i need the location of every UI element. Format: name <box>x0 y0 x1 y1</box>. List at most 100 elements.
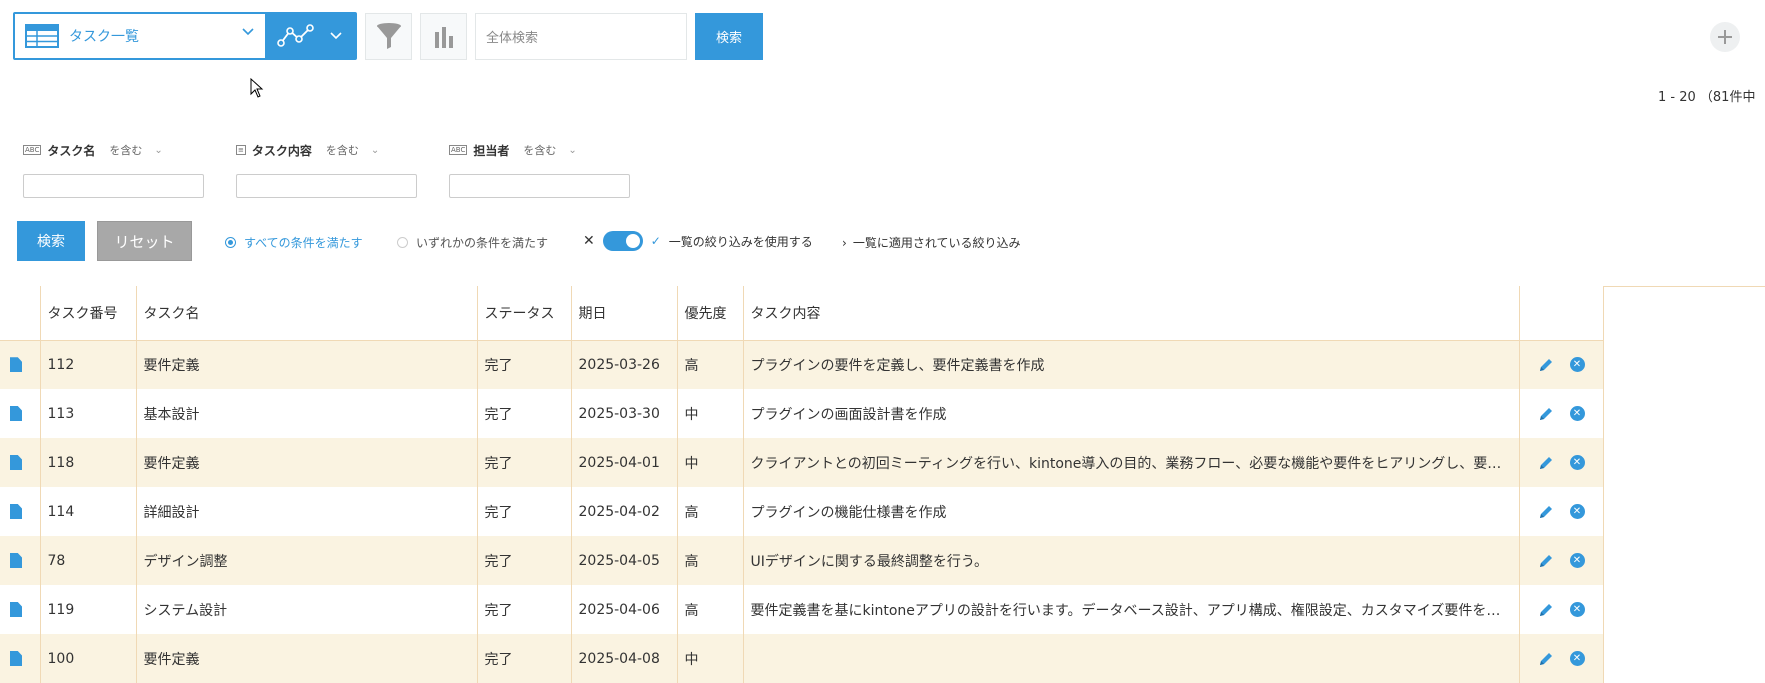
table-row: 78 デザイン調整 完了 2025-04-05 高 UIデザインに関する最終調整を行う。 ✕ <box>0 536 1604 585</box>
document-icon[interactable] <box>10 406 22 421</box>
column-header[interactable]: 優先度 <box>677 286 744 341</box>
list-filter-toggle[interactable] <box>602 231 643 251</box>
search-button[interactable]: 検索 <box>695 12 763 60</box>
column-header[interactable]: タスク名 <box>136 286 478 341</box>
column-header[interactable]: タスク内容 <box>743 286 1520 341</box>
add-record-button[interactable] <box>1710 22 1740 52</box>
pencil-icon[interactable] <box>1538 651 1554 667</box>
pencil-icon[interactable] <box>1538 406 1554 422</box>
chevron-down-icon[interactable]: ⌄ <box>568 145 576 156</box>
delete-icon[interactable]: ✕ <box>1569 406 1585 421</box>
radio-label: いずれかの条件を満たす <box>416 236 549 250</box>
cell-due: 2025-04-06 <box>571 585 678 634</box>
graph-button[interactable] <box>420 12 467 60</box>
row-actions: ✕ <box>1519 389 1604 438</box>
delete-icon[interactable]: ✕ <box>1569 553 1585 568</box>
view-dropdown[interactable]: タスク一覧 <box>15 14 265 58</box>
cell-content: プラグインの機能仕様書を作成 <box>743 487 1520 536</box>
radio-label: すべての条件を満たす <box>244 236 363 250</box>
view-label: タスク一覧 <box>69 29 139 45</box>
pencil-icon[interactable] <box>1538 602 1554 618</box>
filter-button[interactable] <box>365 12 412 60</box>
filter-actions: 検索 リセット <box>17 221 192 261</box>
chevron-down-icon <box>330 32 342 40</box>
pagination-count: 1 - 20 （81件中 <box>1658 90 1756 105</box>
search-input[interactable]: 全体検索 <box>475 12 687 60</box>
pencil-icon[interactable] <box>1538 504 1554 520</box>
filter-search-button[interactable]: 検索 <box>17 221 85 261</box>
row-actions: ✕ <box>1519 536 1604 585</box>
column-header[interactable]: 期日 <box>571 286 678 341</box>
applied-filter-link[interactable]: › 一覧に適用されている絞り込み <box>842 234 1020 251</box>
pencil-icon[interactable] <box>1538 455 1554 471</box>
record-detail-cell[interactable] <box>0 340 41 389</box>
cell-due: 2025-03-30 <box>571 389 678 438</box>
document-icon[interactable] <box>10 357 22 373</box>
cell-due: 2025-03-26 <box>571 340 678 389</box>
pencil-icon[interactable] <box>1538 553 1554 569</box>
cell-status: 完了 <box>477 438 572 487</box>
cell-priority: 高 <box>677 487 744 536</box>
filter-task-name-input[interactable] <box>23 174 204 198</box>
table-row: 113 基本設計 完了 2025-03-30 中プラグインの画面設計書を作成 ✕ <box>0 389 1604 438</box>
delete-icon[interactable]: ✕ <box>1569 602 1585 617</box>
delete-icon[interactable]: ✕ <box>1569 455 1585 470</box>
record-detail-cell[interactable] <box>0 438 41 487</box>
cell-due: 2025-04-05 <box>571 536 678 585</box>
chevron-down-icon[interactable]: ⌄ <box>371 145 379 156</box>
filter-operator[interactable]: を含む <box>109 142 142 158</box>
cell-status: 完了 <box>477 487 572 536</box>
cell-name: システム設計 <box>136 585 478 634</box>
filter-label: タスク名 <box>47 143 96 158</box>
cell-content: プラグインの要件を定義し、要件定義書を作成 <box>743 340 1520 389</box>
cell-content: クライアントとの初回ミーティングを行い、kintone導入の目的、業務フロー、必… <box>743 438 1520 487</box>
document-icon[interactable] <box>10 651 22 666</box>
chevron-down-icon <box>242 28 254 36</box>
list-filter-toggle-group: ✕ ✓ 一覧の絞り込みを使用する <box>583 231 813 251</box>
delete-icon[interactable]: ✕ <box>1569 504 1585 519</box>
radio-match-any[interactable]: いずれかの条件を満たす <box>397 234 548 251</box>
record-detail-cell[interactable] <box>0 634 41 683</box>
filter-task-content: ≡ タスク内容 を含む ⌄ <box>236 140 417 198</box>
search-placeholder: 全体検索 <box>486 30 539 46</box>
document-icon[interactable] <box>10 455 22 470</box>
document-icon[interactable] <box>10 504 22 519</box>
cell-no: 78 <box>40 536 137 585</box>
header-actions-col <box>1519 286 1604 341</box>
record-detail-cell[interactable] <box>0 487 41 536</box>
chevron-down-icon[interactable]: ⌄ <box>154 145 162 156</box>
cell-priority: 中 <box>677 389 744 438</box>
record-detail-cell[interactable] <box>0 585 41 634</box>
cell-priority: 中 <box>677 438 744 487</box>
cell-name: 要件定義 <box>136 340 478 389</box>
column-header[interactable]: ステータス <box>477 286 572 341</box>
document-icon[interactable] <box>10 602 22 617</box>
table-row: 112 要件定義 完了 2025-03-26 高プラグインの要件を定義し、要件定義書を作… <box>0 340 1604 389</box>
funnel-icon <box>376 23 401 49</box>
delete-icon[interactable]: ✕ <box>1569 651 1585 666</box>
radio-dot <box>225 237 236 248</box>
filter-operator[interactable]: を含む <box>523 142 556 158</box>
mouse-cursor-icon <box>250 78 264 98</box>
record-detail-cell[interactable] <box>0 536 41 585</box>
filter-operator[interactable]: を含む <box>326 142 359 158</box>
reset-button[interactable]: リセット <box>97 221 192 261</box>
table-row: 118 要件定義 完了 2025-04-01 中クライアントとの初回ミーティングを行い、… <box>0 438 1604 487</box>
text-field-icon: ABC <box>449 145 468 155</box>
document-icon[interactable] <box>10 553 22 568</box>
delete-icon[interactable]: ✕ <box>1569 357 1585 373</box>
record-detail-cell[interactable] <box>0 389 41 438</box>
row-actions: ✕ <box>1519 438 1604 487</box>
pencil-icon[interactable] <box>1538 357 1554 373</box>
graph-dropdown[interactable] <box>265 14 355 58</box>
column-header[interactable]: タスク番号 <box>40 286 137 341</box>
radio-match-all[interactable]: すべての条件を満たす <box>225 234 363 251</box>
radio-dot <box>397 237 408 248</box>
filter-task-content-input[interactable] <box>236 174 417 198</box>
filter-assignee-input[interactable] <box>449 174 630 198</box>
cell-status: 完了 <box>477 536 572 585</box>
cell-status: 完了 <box>477 634 572 683</box>
toolbar: タスク一覧 全体検索 検索 <box>13 12 763 60</box>
row-actions: ✕ <box>1519 340 1604 389</box>
cell-due: 2025-04-02 <box>571 487 678 536</box>
